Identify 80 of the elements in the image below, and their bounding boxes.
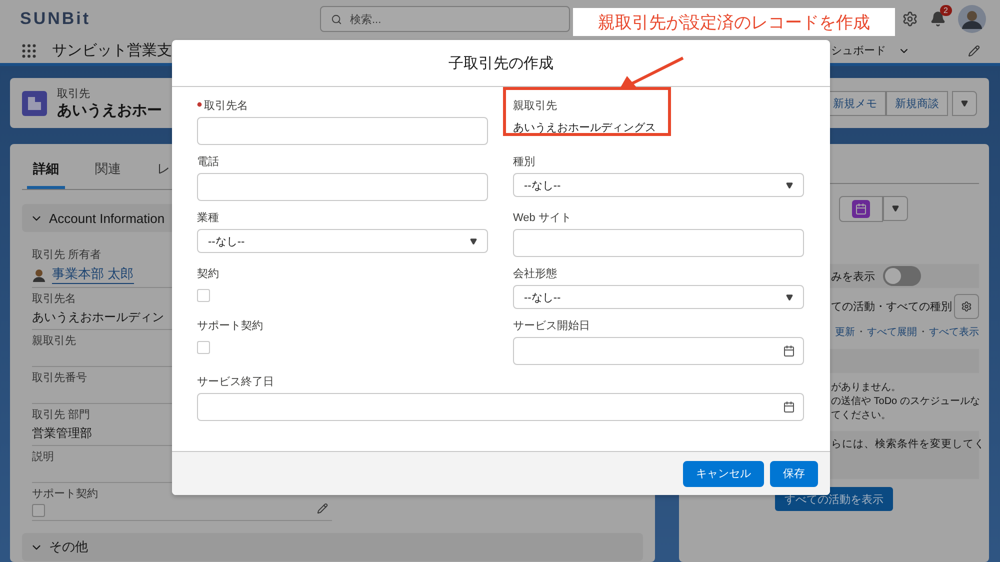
- pencil-icon[interactable]: [317, 503, 328, 514]
- toggle-switch[interactable]: [883, 266, 921, 286]
- annotation-callout: 親取引先が設定済のレコードを作成: [573, 8, 895, 36]
- dropdown-button[interactable]: [952, 90, 977, 116]
- field-label: 取引先 部門: [32, 408, 90, 422]
- search-icon: [331, 14, 342, 24]
- calendar-icon: [783, 401, 795, 413]
- record-name: あいうえおホー: [57, 101, 162, 120]
- dropdown-button[interactable]: [883, 196, 908, 221]
- select-field[interactable]: --なし--: [197, 229, 488, 253]
- settings-icon: [961, 301, 972, 312]
- separator: ・: [918, 326, 928, 339]
- notification-badge: 2: [940, 5, 952, 16]
- checkbox[interactable]: [197, 341, 210, 354]
- app-launcher-icon[interactable]: [20, 42, 38, 60]
- field-label: 契約: [197, 267, 219, 281]
- nav-tab[interactable]: シュボード: [831, 43, 886, 58]
- field-label: 取引先番号: [32, 370, 87, 385]
- field-label: 業種: [197, 211, 219, 225]
- field-label: サービス開始日: [513, 319, 590, 333]
- checkbox[interactable]: [197, 289, 210, 302]
- field-label: 取引先名: [204, 99, 248, 113]
- date-field[interactable]: [513, 337, 804, 365]
- pencil-icon[interactable]: [968, 44, 980, 56]
- caret-icon: [961, 100, 968, 106]
- field-label: 親取引先: [32, 334, 76, 348]
- caret-icon: [786, 294, 793, 300]
- caret-icon: [470, 238, 477, 244]
- field-label: 種別: [513, 155, 535, 169]
- filter-text: ての活動・すべての種別: [831, 300, 952, 314]
- tab[interactable]: 詳細: [27, 152, 65, 189]
- select-field[interactable]: --なし--: [513, 285, 804, 309]
- field-label: 電話: [197, 155, 219, 169]
- field-label: サービス終了日: [197, 375, 274, 389]
- search-field[interactable]: 検索...: [320, 6, 570, 32]
- toggle-label: みを表示: [831, 270, 875, 284]
- logo[interactable]: SUNBit: [20, 9, 320, 29]
- calendar-icon: [783, 345, 795, 357]
- field-label: 親取引先: [513, 99, 557, 113]
- select-field[interactable]: --なし--: [513, 173, 804, 197]
- action-link[interactable]: 更新: [835, 325, 855, 339]
- field-label: 取引先 所有者: [32, 248, 102, 262]
- record-type: 取引先: [57, 87, 91, 101]
- action-button[interactable]: 新規商談: [886, 90, 948, 116]
- field-label: Web サイト: [513, 211, 572, 225]
- text-field[interactable]: [513, 229, 804, 257]
- field-value: 営業管理部: [32, 425, 92, 442]
- field-label: 取引先名: [32, 292, 76, 306]
- calendar-button[interactable]: [839, 196, 883, 222]
- settings-button[interactable]: [954, 294, 979, 319]
- field-label: 会社形態: [513, 267, 557, 281]
- tab[interactable]: レ: [151, 152, 176, 189]
- owner-link[interactable]: 事業本部 太郎: [52, 265, 134, 284]
- caret-icon: [786, 182, 793, 188]
- section-header[interactable]: その他: [22, 533, 643, 561]
- action-link[interactable]: すべて展開: [867, 325, 917, 339]
- avatar-icon: [32, 268, 46, 282]
- avatar-icon[interactable]: [958, 5, 986, 33]
- calendar-icon: [852, 200, 870, 218]
- bell-icon[interactable]: [930, 11, 946, 27]
- dialog-button[interactable]: キャンセル: [683, 460, 764, 486]
- field-label: サポート契約: [32, 487, 98, 501]
- separator: ・: [856, 326, 866, 339]
- building-icon: [22, 90, 47, 116]
- empty-message: がありません。 の送信や ToDo のスケジュールな てください。: [830, 381, 980, 423]
- tab[interactable]: 関連: [89, 152, 127, 189]
- caret-icon: [892, 205, 899, 212]
- field-value: あいうえおホールディン: [32, 309, 164, 326]
- text-field[interactable]: [197, 173, 488, 201]
- checkbox[interactable]: [32, 504, 45, 517]
- date-field[interactable]: [197, 393, 804, 421]
- action-link[interactable]: すべて表示: [929, 325, 979, 339]
- app-name: サンビット営業支: [52, 41, 172, 60]
- field-value: あいうえおホールディングス: [513, 121, 656, 135]
- field-label: サポート契約: [197, 319, 263, 333]
- text-field[interactable]: [197, 117, 488, 145]
- settings-icon[interactable]: [902, 11, 918, 27]
- dialog-button[interactable]: 保存: [770, 460, 818, 486]
- hint-text: らには、検索条件を変更してく: [831, 438, 985, 450]
- field-label: 説明: [32, 450, 54, 464]
